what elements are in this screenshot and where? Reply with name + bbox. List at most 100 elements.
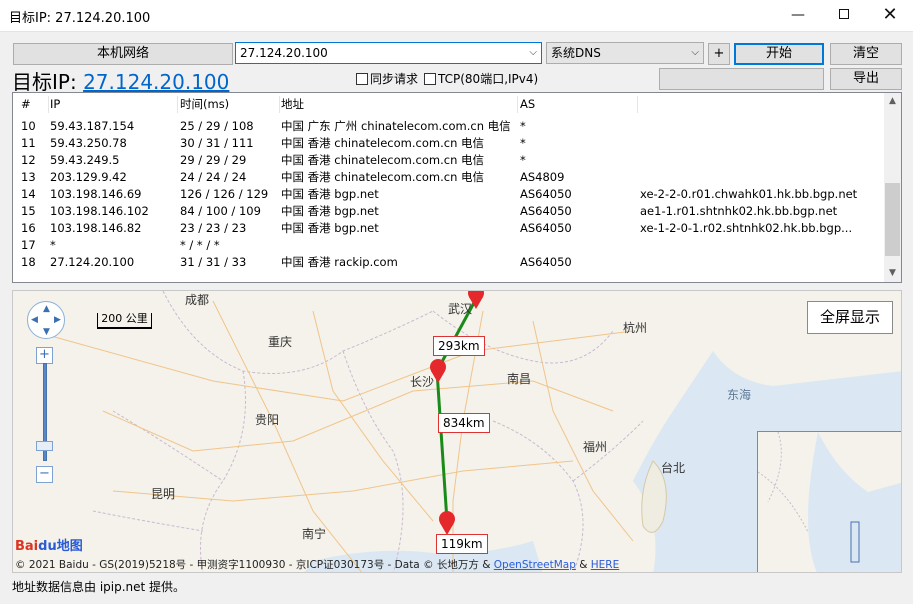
cell-as: * bbox=[520, 136, 526, 150]
trace-results-list[interactable]: # IP 时间(ms) 地址 AS 10 59.43.187.154 25 / … bbox=[12, 92, 902, 283]
map-scale: 200 公里 bbox=[97, 313, 152, 329]
sync-request-label: 同步请求 bbox=[370, 72, 419, 86]
table-row[interactable]: 16 103.198.146.82 23 / 23 / 23 中国 香港 bgp… bbox=[13, 220, 885, 237]
cell-hostname: ae1-1.r01.shtnhk02.hk.bb.bgp.net bbox=[640, 204, 838, 218]
pan-up-icon[interactable]: ▲ bbox=[43, 304, 50, 314]
city-label: 长沙 bbox=[410, 375, 435, 389]
overview-canvas bbox=[758, 432, 901, 572]
list-scrollbar[interactable]: ▲ ▼ bbox=[884, 93, 901, 282]
checkbox-icon bbox=[424, 73, 436, 85]
city-label: 杭州 bbox=[623, 321, 648, 335]
add-button[interactable]: + bbox=[708, 43, 730, 65]
cell-address: 中国 香港 bgp.net bbox=[281, 221, 379, 235]
header-time[interactable]: 时间(ms) bbox=[180, 96, 280, 113]
scroll-down-icon[interactable]: ▼ bbox=[884, 265, 901, 282]
cell-index: 16 bbox=[21, 221, 36, 235]
start-button[interactable]: 开始 bbox=[734, 43, 824, 65]
route-map[interactable]: 成都 武汉 杭州 重庆 长沙 南昌 贵阳 福州 台北 昆明 南宁 东海 293k… bbox=[12, 290, 902, 573]
cell-time: 84 / 100 / 109 bbox=[180, 204, 261, 218]
minimize-button[interactable]: — bbox=[775, 0, 821, 31]
header-hostname[interactable] bbox=[640, 96, 885, 113]
status-text: 地址数据信息由 ipip.net 提供。 bbox=[12, 580, 186, 594]
cell-time: 30 / 31 / 111 bbox=[180, 136, 254, 150]
city-label: 武汉 bbox=[448, 302, 473, 316]
cell-ip: * bbox=[50, 238, 56, 252]
header-as[interactable]: AS bbox=[520, 96, 638, 113]
list-header: # IP 时间(ms) 地址 AS bbox=[13, 96, 885, 113]
cell-address: 中国 香港 bgp.net bbox=[281, 187, 379, 201]
cell-address: 中国 香港 bgp.net bbox=[281, 204, 379, 218]
fullscreen-button[interactable]: 全屏显示 bbox=[807, 301, 893, 334]
close-button[interactable]: ✕ bbox=[867, 0, 913, 31]
cell-time: 126 / 126 / 129 bbox=[180, 187, 269, 201]
map-copyright: © 2021 Baidu - GS(2019)5218号 - 甲测资字11009… bbox=[15, 559, 620, 571]
table-row[interactable]: 13 203.129.9.42 24 / 24 / 24 中国 香港 china… bbox=[13, 169, 885, 186]
table-row[interactable]: 18 27.124.20.100 31 / 31 / 33 中国 香港 rack… bbox=[13, 254, 885, 271]
city-label: 贵阳 bbox=[255, 413, 280, 427]
cell-address: 中国 广东 广州 chinatelecom.com.cn 电信 bbox=[281, 119, 511, 133]
tcp-checkbox[interactable]: TCP(80端口,IPv4) bbox=[424, 70, 538, 87]
table-row[interactable]: 15 103.198.146.102 84 / 100 / 109 中国 香港 … bbox=[13, 203, 885, 220]
cell-ip: 59.43.249.5 bbox=[50, 153, 120, 167]
cell-address: 中国 香港 chinatelecom.com.cn 电信 bbox=[281, 153, 485, 167]
table-row[interactable]: 12 59.43.249.5 29 / 29 / 29 中国 香港 chinat… bbox=[13, 152, 885, 169]
header-index[interactable]: # bbox=[21, 96, 49, 113]
cell-as: AS64050 bbox=[520, 221, 572, 235]
pan-right-icon[interactable]: ▶ bbox=[54, 315, 61, 325]
cell-ip: 27.124.20.100 bbox=[50, 255, 135, 269]
city-label: 南宁 bbox=[302, 527, 327, 541]
distance-label: 119km bbox=[436, 534, 488, 554]
header-address[interactable]: 地址 bbox=[281, 96, 518, 113]
cell-index: 15 bbox=[21, 204, 36, 218]
sync-request-checkbox[interactable]: 同步请求 bbox=[356, 70, 418, 87]
dns-select[interactable]: 系统DNS ⌵ bbox=[546, 42, 704, 64]
cell-ip: 103.198.146.102 bbox=[50, 204, 149, 218]
cell-index: 12 bbox=[21, 153, 36, 167]
target-ip-input[interactable]: 27.124.20.100 ⌵ bbox=[235, 42, 542, 64]
scroll-thumb[interactable] bbox=[885, 183, 900, 256]
city-label: 重庆 bbox=[268, 335, 293, 349]
table-row[interactable]: 14 103.198.146.69 126 / 126 / 129 中国 香港 … bbox=[13, 186, 885, 203]
zoom-slider-handle[interactable] bbox=[36, 441, 53, 451]
target-ip-link[interactable]: 27.124.20.100 bbox=[83, 70, 229, 94]
here-link[interactable]: HERE bbox=[591, 559, 619, 571]
cell-index: 17 bbox=[21, 238, 36, 252]
table-row[interactable]: 11 59.43.250.78 30 / 31 / 111 中国 香港 chin… bbox=[13, 135, 885, 152]
sea-label: 东海 bbox=[727, 388, 752, 402]
cell-ip: 59.43.187.154 bbox=[50, 119, 135, 133]
cell-as: AS64050 bbox=[520, 187, 572, 201]
cell-time: 25 / 29 / 108 bbox=[180, 119, 254, 133]
cell-hostname: xe-1-2-0-1.r02.shtnhk02.hk.bb.bgp... bbox=[640, 221, 853, 235]
target-ip-heading: 目标IP: 27.124.20.100 bbox=[12, 66, 229, 95]
cell-index: 18 bbox=[21, 255, 36, 269]
cell-ip: 59.43.250.78 bbox=[50, 136, 127, 150]
header-ip[interactable]: IP bbox=[50, 96, 178, 113]
zoom-in-button[interactable]: + bbox=[36, 347, 53, 364]
local-network-button[interactable]: 本机网络 bbox=[13, 43, 233, 65]
cell-address: 中国 香港 rackip.com bbox=[281, 255, 398, 269]
pan-down-icon[interactable]: ▼ bbox=[43, 327, 50, 337]
checkbox-icon bbox=[356, 73, 368, 85]
table-row[interactable]: 10 59.43.187.154 25 / 29 / 108 中国 广东 广州 … bbox=[13, 118, 885, 135]
chevron-down-icon: ⌵ bbox=[691, 47, 699, 58]
cell-index: 14 bbox=[21, 187, 36, 201]
export-button[interactable]: 导出 bbox=[830, 68, 902, 90]
title-bar: 目标IP: 27.124.20.100 — ✕ bbox=[0, 0, 913, 32]
maximize-button[interactable] bbox=[821, 0, 867, 31]
table-row[interactable]: 17 * * / * / * bbox=[13, 237, 885, 254]
map-overview-inset[interactable] bbox=[757, 431, 901, 572]
cell-as: AS64050 bbox=[520, 255, 572, 269]
city-label: 福州 bbox=[583, 440, 608, 454]
cell-as: * bbox=[520, 153, 526, 167]
pan-left-icon[interactable]: ◀ bbox=[31, 315, 38, 325]
clear-button[interactable]: 清空 bbox=[830, 43, 902, 65]
city-label: 成都 bbox=[185, 293, 210, 307]
cell-time: 31 / 31 / 33 bbox=[180, 255, 247, 269]
map-pan-control[interactable]: ▲ ▼ ◀ ▶ bbox=[27, 301, 65, 339]
zoom-out-button[interactable]: − bbox=[36, 466, 53, 483]
openstreetmap-link[interactable]: OpenStreetMap bbox=[494, 559, 576, 571]
app-window: 目标IP: 27.124.20.100 — ✕ 本机网络 27.124.20.1… bbox=[0, 0, 913, 604]
scroll-up-icon[interactable]: ▲ bbox=[884, 93, 901, 110]
cell-time: 23 / 23 / 23 bbox=[180, 221, 247, 235]
hidden-toolbar-button[interactable] bbox=[659, 68, 824, 90]
